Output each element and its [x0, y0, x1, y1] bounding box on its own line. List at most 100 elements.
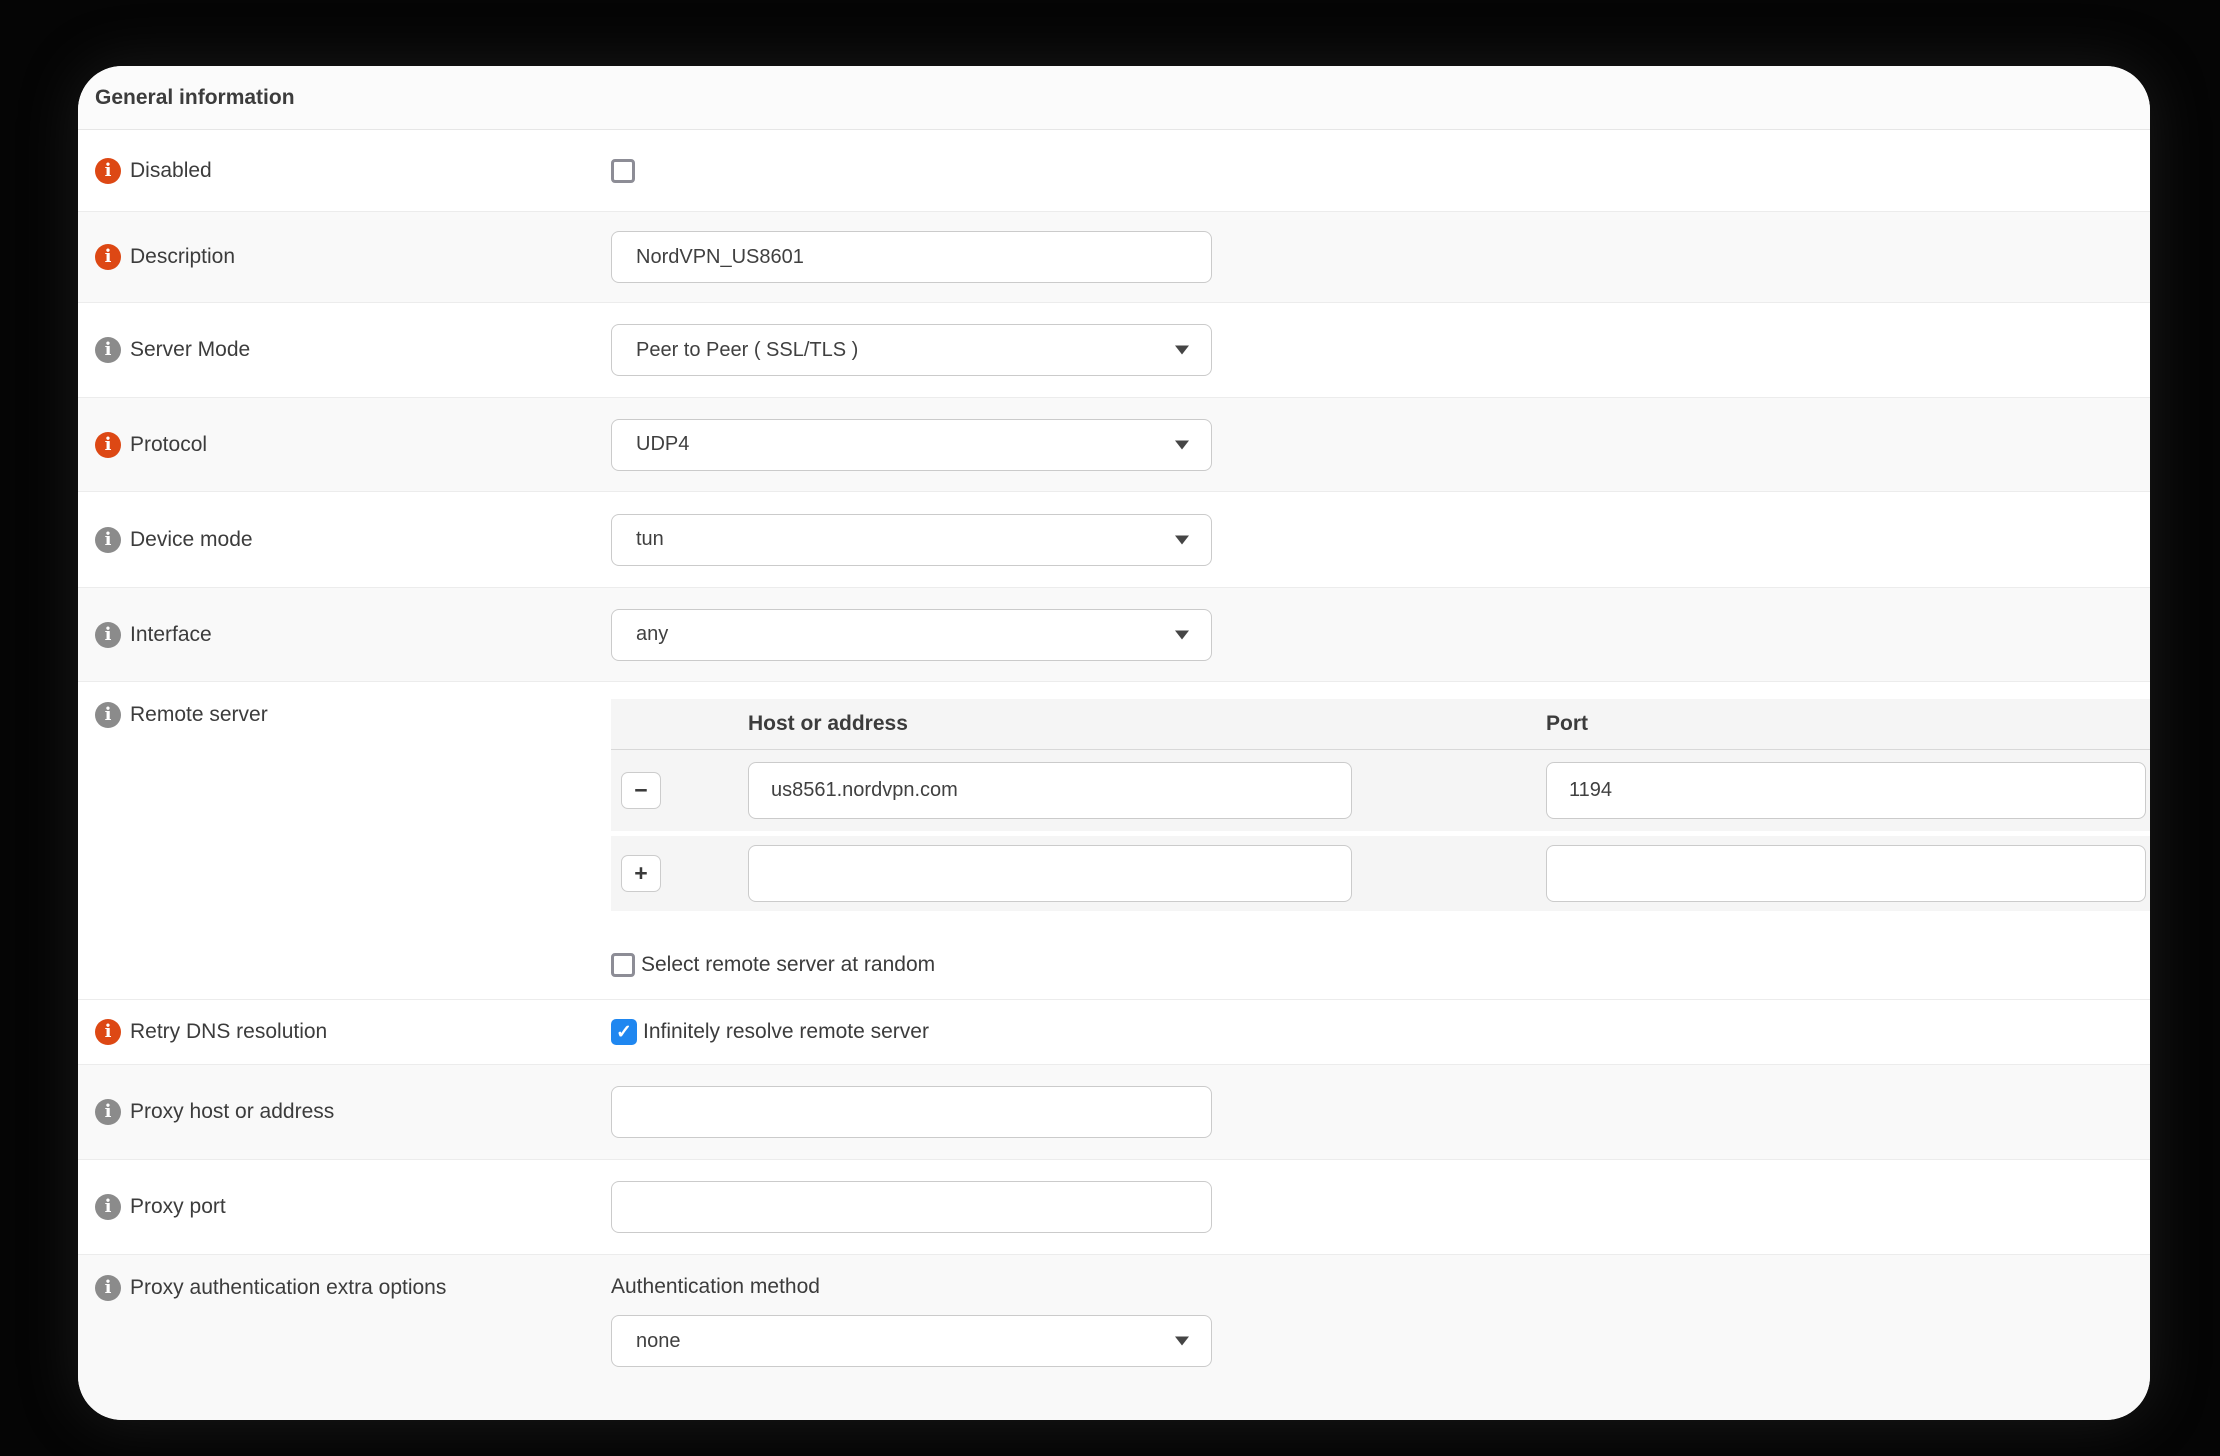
checkmark-icon: ✓	[616, 1023, 632, 1042]
row-description: i Description	[78, 212, 2150, 303]
remote-server-row: +	[611, 831, 2150, 911]
disabled-label: Disabled	[130, 159, 212, 183]
row-interface: i Interface any	[78, 588, 2150, 682]
label-cell-retry-dns: i Retry DNS resolution	[78, 1019, 611, 1045]
device-mode-select[interactable]: tun	[611, 514, 1212, 566]
select-random-checkbox[interactable]	[611, 953, 635, 977]
auth-method-group: Authentication method none	[611, 1275, 1212, 1367]
control-cell-proxy-port	[611, 1181, 2150, 1233]
info-icon-remote-server[interactable]: i	[95, 702, 121, 728]
info-glyph: i	[105, 1023, 112, 1041]
device-mode-value: tun	[636, 528, 664, 551]
remote-port-input-1[interactable]	[1546, 845, 2146, 902]
info-glyph: i	[105, 531, 112, 549]
section-title: General information	[95, 86, 295, 110]
row-retry-dns: i Retry DNS resolution ✓ Infinitely reso…	[78, 1000, 2150, 1065]
info-glyph: i	[105, 626, 112, 644]
chevron-down-icon	[1175, 535, 1189, 544]
info-icon-disabled[interactable]: i	[95, 158, 121, 184]
label-cell-protocol: i Protocol	[78, 432, 611, 458]
interface-value: any	[636, 623, 668, 646]
auth-method-label: Authentication method	[611, 1275, 820, 1299]
row-proxy-port: i Proxy port	[78, 1160, 2150, 1255]
device-mode-label: Device mode	[130, 528, 253, 552]
label-cell-disabled: i Disabled	[78, 158, 611, 184]
auth-method-value: none	[636, 1330, 681, 1353]
info-icon-server-mode[interactable]: i	[95, 337, 121, 363]
chevron-down-icon	[1175, 1337, 1189, 1346]
label-cell-proxy-port: i Proxy port	[78, 1194, 611, 1220]
label-cell-description: i Description	[78, 244, 611, 270]
protocol-select[interactable]: UDP4	[611, 419, 1212, 471]
row-proxy-host: i Proxy host or address	[78, 1065, 2150, 1160]
control-cell-server-mode: Peer to Peer ( SSL/TLS )	[611, 324, 2150, 376]
info-icon-protocol[interactable]: i	[95, 432, 121, 458]
disabled-checkbox[interactable]	[611, 159, 635, 183]
info-icon-retry-dns[interactable]: i	[95, 1019, 121, 1045]
label-cell-device-mode: i Device mode	[78, 527, 611, 553]
interface-select[interactable]: any	[611, 609, 1212, 661]
proxy-auth-label: Proxy authentication extra options	[130, 1276, 446, 1300]
control-cell-proxy-host	[611, 1086, 2150, 1138]
info-glyph: i	[105, 1103, 112, 1121]
control-cell-proxy-auth: Authentication method none	[611, 1255, 2150, 1367]
proxy-port-label: Proxy port	[130, 1195, 226, 1219]
remote-server-table-header: Host or address Port	[611, 699, 2150, 750]
add-row-button[interactable]: +	[621, 855, 661, 892]
info-icon-proxy-port[interactable]: i	[95, 1194, 121, 1220]
port-column-header: Port	[1546, 712, 1588, 736]
host-column-header: Host or address	[748, 712, 908, 736]
info-glyph: i	[105, 1198, 112, 1216]
row-proxy-auth: i Proxy authentication extra options Aut…	[78, 1255, 2150, 1420]
label-cell-server-mode: i Server Mode	[78, 337, 611, 363]
remote-port-input-0[interactable]	[1546, 762, 2146, 819]
proxy-port-input[interactable]	[611, 1181, 1212, 1233]
control-cell-retry-dns: ✓ Infinitely resolve remote server	[611, 1019, 2150, 1045]
protocol-value: UDP4	[636, 433, 689, 456]
info-glyph: i	[105, 706, 112, 724]
remote-server-table: Host or address Port −	[611, 699, 2150, 911]
info-glyph: i	[105, 248, 112, 266]
remote-host-input-0[interactable]	[748, 762, 1352, 819]
minus-icon: −	[634, 779, 647, 802]
general-information-panel: General information i Disabled i Descrip…	[78, 66, 2150, 1420]
remote-server-row: −	[611, 750, 2150, 831]
info-icon-device-mode[interactable]: i	[95, 527, 121, 553]
remote-host-input-1[interactable]	[748, 845, 1352, 902]
row-protocol: i Protocol UDP4	[78, 398, 2150, 492]
remote-server-control: Host or address Port −	[611, 699, 2150, 977]
section-header: General information	[78, 66, 2150, 130]
info-glyph: i	[105, 436, 112, 454]
info-icon-description[interactable]: i	[95, 244, 121, 270]
label-cell-interface: i Interface	[78, 622, 611, 648]
proxy-host-input[interactable]	[611, 1086, 1212, 1138]
label-cell-proxy-auth: i Proxy authentication extra options	[78, 1255, 611, 1301]
chevron-down-icon	[1175, 440, 1189, 449]
control-cell-protocol: UDP4	[611, 419, 2150, 471]
control-cell-interface: any	[611, 609, 2150, 661]
server-mode-value: Peer to Peer ( SSL/TLS )	[636, 339, 858, 362]
retry-dns-checkbox-label: Infinitely resolve remote server	[643, 1020, 929, 1044]
info-icon-interface[interactable]: i	[95, 622, 121, 648]
random-server-option: Select remote server at random	[611, 953, 935, 977]
server-mode-select[interactable]: Peer to Peer ( SSL/TLS )	[611, 324, 1212, 376]
retry-dns-checkbox[interactable]: ✓	[611, 1019, 637, 1045]
description-input[interactable]	[611, 231, 1212, 283]
interface-label: Interface	[130, 623, 212, 647]
label-cell-proxy-host: i Proxy host or address	[78, 1099, 611, 1125]
control-cell-description	[611, 231, 2150, 283]
info-icon-proxy-host[interactable]: i	[95, 1099, 121, 1125]
auth-method-select[interactable]: none	[611, 1315, 1212, 1367]
chevron-down-icon	[1175, 346, 1189, 355]
proxy-host-label: Proxy host or address	[130, 1100, 334, 1124]
select-random-label: Select remote server at random	[641, 953, 935, 977]
control-cell-disabled	[611, 159, 2150, 183]
row-device-mode: i Device mode tun	[78, 492, 2150, 588]
remote-server-label: Remote server	[130, 703, 268, 727]
info-glyph: i	[105, 162, 112, 180]
remove-row-button[interactable]: −	[621, 772, 661, 809]
row-remote-server: i Remote server Host or address Port −	[78, 682, 2150, 1000]
info-icon-proxy-auth[interactable]: i	[95, 1275, 121, 1301]
plus-icon: +	[634, 862, 647, 885]
row-server-mode: i Server Mode Peer to Peer ( SSL/TLS )	[78, 303, 2150, 398]
